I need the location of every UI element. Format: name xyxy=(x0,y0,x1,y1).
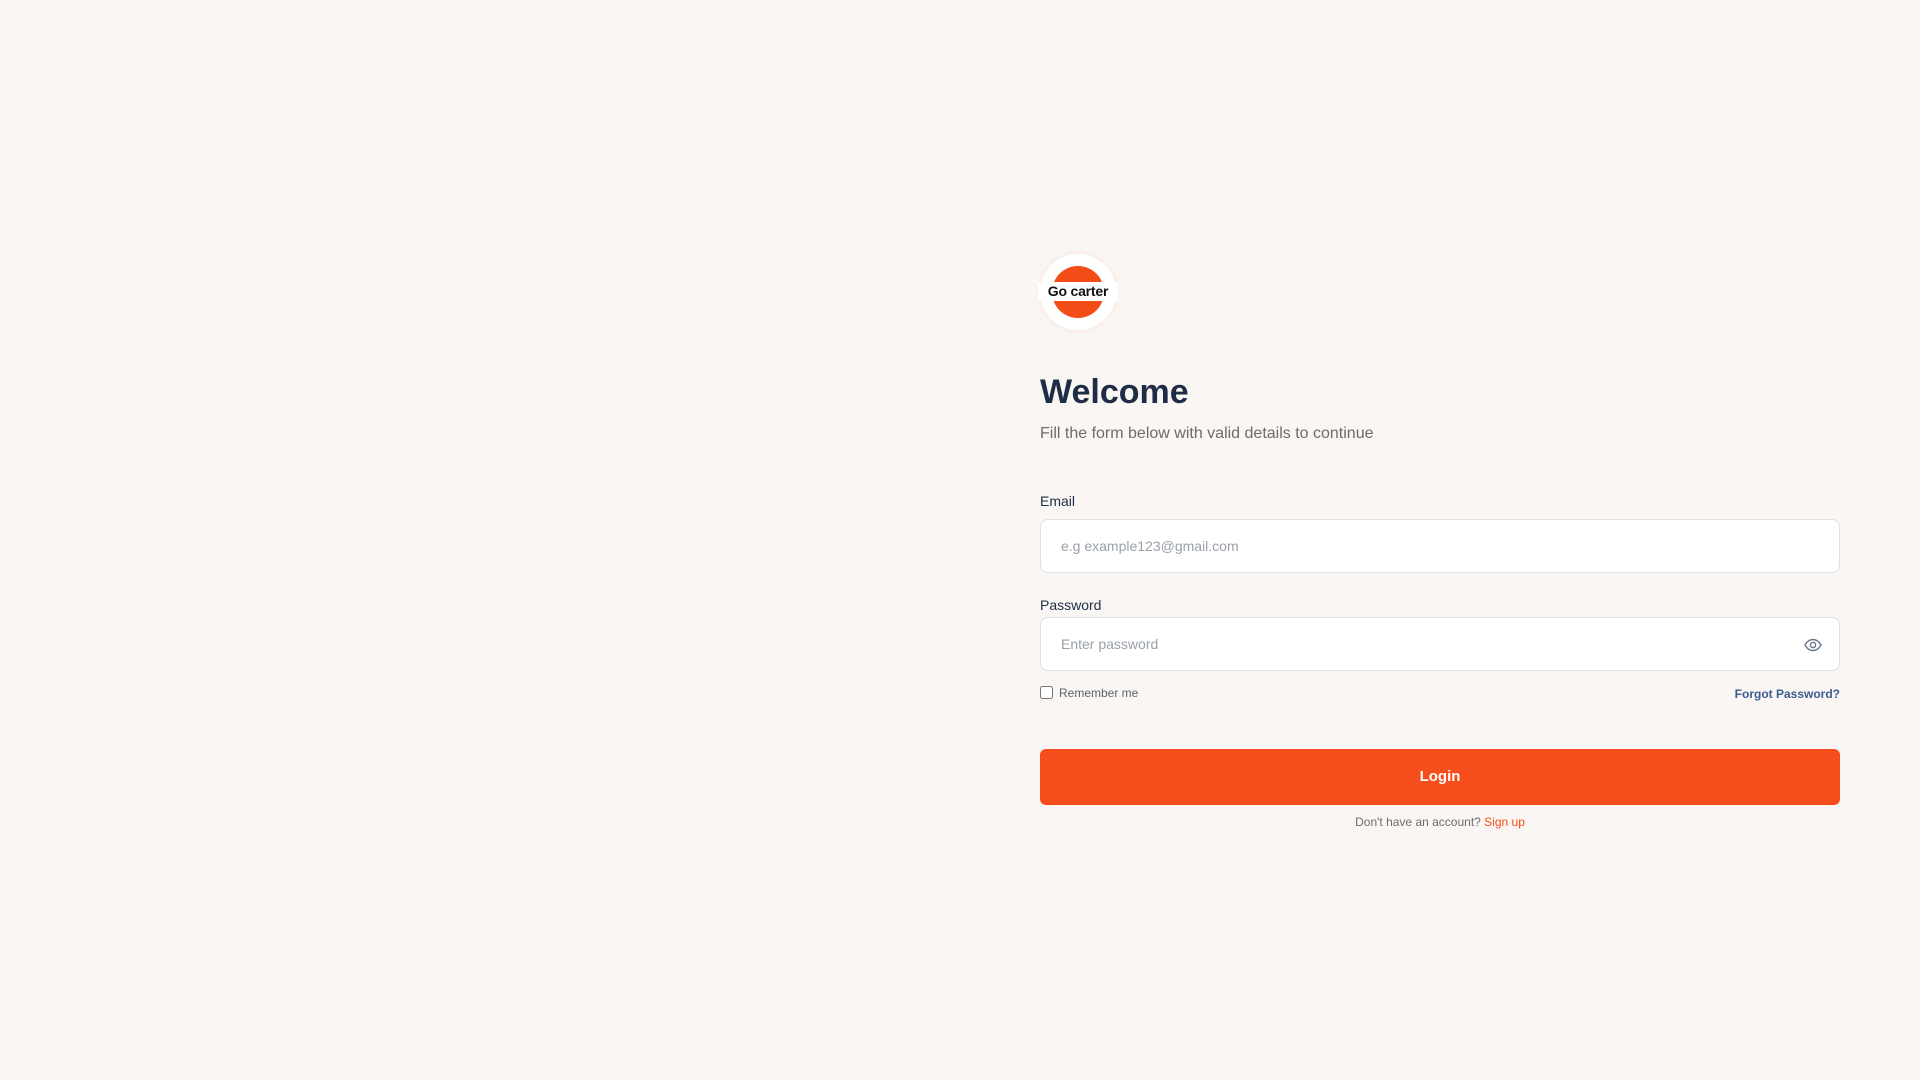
password-label: Password xyxy=(1040,596,1102,613)
login-page: Go carter Welcome Fill the form below wi… xyxy=(0,0,1920,1080)
signup-link[interactable]: Sign up xyxy=(1484,815,1525,829)
remember-label: Remember me xyxy=(1059,685,1139,700)
remember-checkbox[interactable] xyxy=(1040,686,1053,700)
password-input[interactable] xyxy=(1041,617,1839,670)
remember-me[interactable]: Remember me xyxy=(1040,686,1138,700)
login-button[interactable]: Login xyxy=(1040,748,1840,805)
password-field-wrapper xyxy=(1040,616,1840,671)
page-title: Welcome xyxy=(1040,373,1189,411)
eye-icon[interactable] xyxy=(1803,635,1823,655)
brand-logo: Go carter xyxy=(1038,254,1118,330)
signup-row: Don't have an account? Sign up xyxy=(1040,815,1840,829)
login-panel: Go carter Welcome Fill the form below wi… xyxy=(1038,254,1840,829)
email-field-wrapper xyxy=(1040,518,1840,573)
form-options-row: Remember me Forgot Password? xyxy=(1040,685,1840,701)
page-subtitle: Fill the form below with valid details t… xyxy=(1040,424,1374,442)
email-label: Email xyxy=(1040,492,1076,509)
signup-prompt: Don't have an account? xyxy=(1355,814,1481,829)
logo-text: Go carter xyxy=(1038,282,1118,301)
forgot-password-link[interactable]: Forgot Password? xyxy=(1735,687,1840,701)
email-input[interactable] xyxy=(1041,519,1839,572)
